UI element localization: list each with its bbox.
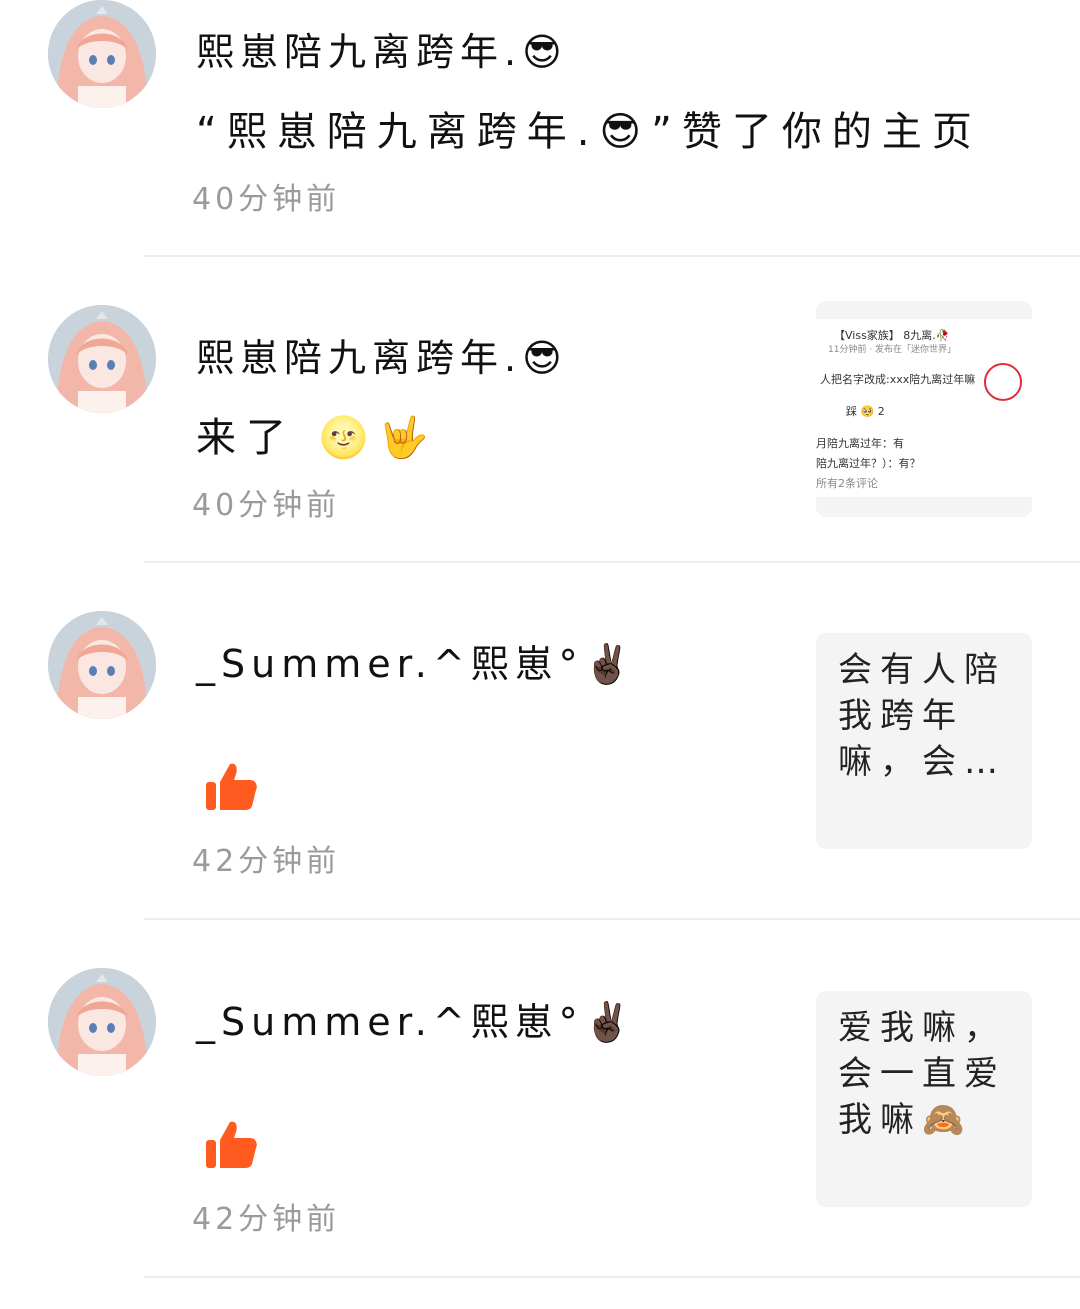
thumbnail-subheader: 11分钟前 · 发布在「迷你世界」 [828, 345, 957, 355]
thumbnail-comment3: 所有2条评论 [816, 477, 878, 490]
thumbs-up-icon [206, 1121, 257, 1168]
divider [144, 918, 1080, 920]
thumbnail-comment1: 月陪九离过年：有 [816, 437, 904, 450]
timestamp: 40分钟前 [192, 182, 341, 217]
divider [144, 255, 1080, 257]
avatar[interactable] [48, 0, 156, 108]
comment-preview[interactable]: 会有人陪我跨年嘛，会… [816, 633, 1032, 849]
post-thumbnail[interactable]: 【Viss家族】 8九离.🥀 11分钟前 · 发布在「迷你世界」 人把名字改成:… [816, 301, 1032, 517]
timestamp: 42分钟前 [192, 1202, 341, 1237]
thumbnail-comment2: 陪九离过年？）：有？ [816, 457, 921, 470]
notification-text: “熙崽陪九离跨年.😎”赞了你的主页 [196, 109, 982, 155]
thumbnail-screenshot: 【Viss家族】 8九离.🥀 11分钟前 · 发布在「迷你世界」 人把名字改成:… [816, 319, 1032, 497]
divider [144, 1276, 1080, 1278]
highlight-circle [984, 363, 1022, 401]
avatar[interactable] [48, 305, 156, 413]
thumbnail-header: 【Viss家族】 8九离.🥀 [834, 329, 950, 342]
preview-text: 爱我嘛，会一直爱我嘛🙈 [838, 1008, 1006, 1140]
comment-text: 来了 🌝🤟 [196, 415, 439, 461]
user-name[interactable]: _Summer.^熙崽°✌🏿 [196, 640, 637, 688]
divider [144, 561, 1080, 563]
thumbnail-reactions: 踩 🥺 2 [846, 405, 885, 418]
preview-text: 会有人陪我跨年嘛，会… [838, 650, 1006, 782]
user-name[interactable]: 熙崽陪九离跨年.😎 [196, 334, 568, 382]
user-name[interactable]: 熙崽陪九离跨年.😎 [196, 28, 568, 76]
avatar[interactable] [48, 611, 156, 719]
thumbs-up-icon [206, 763, 257, 810]
comment-preview[interactable]: 爱我嘛，会一直爱我嘛🙈 [816, 991, 1032, 1207]
timestamp: 42分钟前 [192, 844, 341, 879]
timestamp: 40分钟前 [192, 488, 341, 523]
user-name[interactable]: _Summer.^熙崽°✌🏿 [196, 998, 637, 1046]
avatar[interactable] [48, 968, 156, 1076]
thumbnail-line1: 人把名字改成:xxx陪九离过年嘛 [820, 373, 976, 386]
